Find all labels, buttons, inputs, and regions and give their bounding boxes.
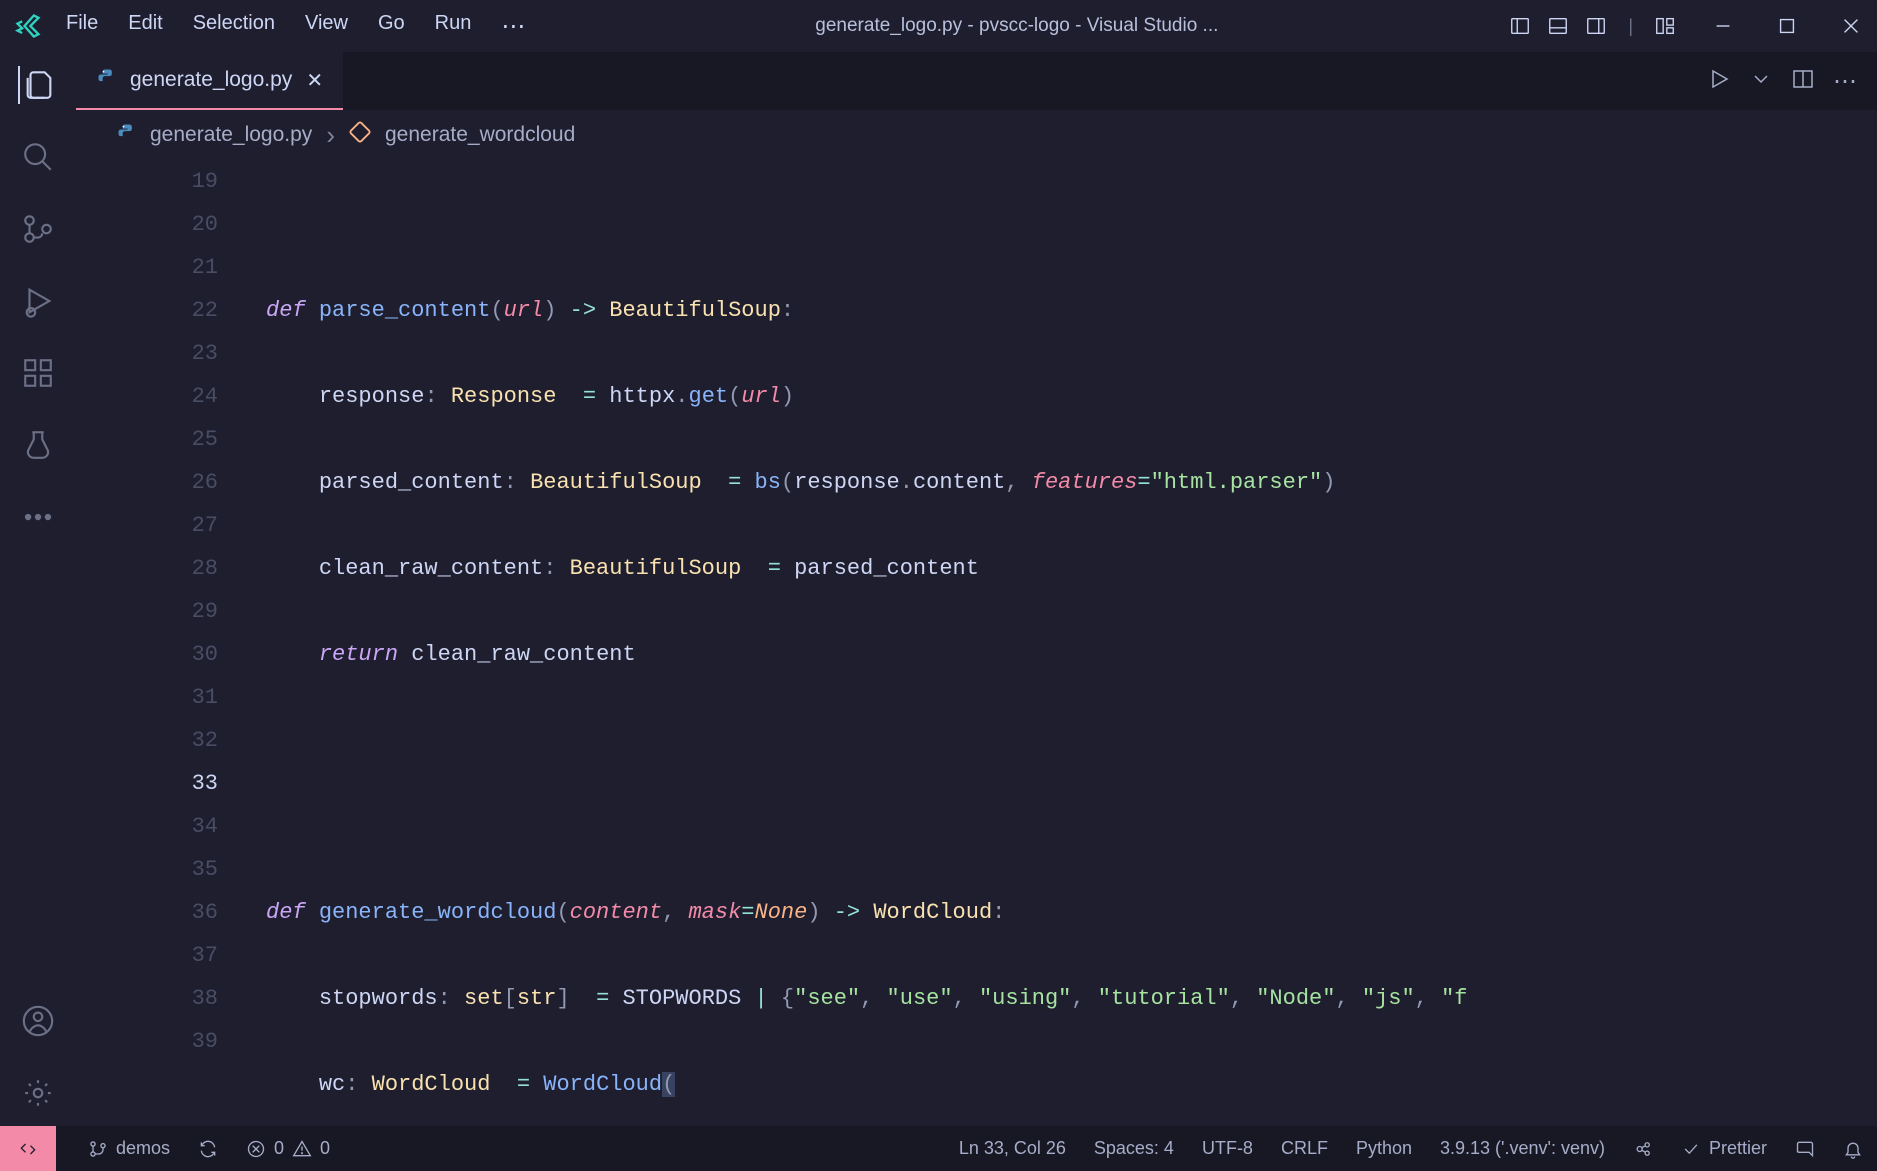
tab-close-icon[interactable]: ✕ (306, 68, 323, 93)
editor-area: generate_logo.py ✕ generate_logo.py gene… (76, 52, 1877, 1126)
menu-go[interactable]: Go (378, 12, 405, 41)
run-debug-icon[interactable] (19, 282, 57, 320)
customize-layout-icon[interactable] (1653, 14, 1677, 38)
indentation-status[interactable]: Spaces: 4 (1094, 1138, 1174, 1159)
window-title: generate_logo.py - pvscc-logo - Visual S… (529, 15, 1504, 37)
python-file-icon (116, 122, 136, 148)
window-controls (1711, 14, 1863, 38)
accounts-icon[interactable] (19, 1002, 57, 1040)
tab-generate-logo[interactable]: generate_logo.py ✕ (76, 52, 343, 110)
menu-selection[interactable]: Selection (193, 12, 275, 41)
code-editor[interactable]: 1920212223242526272829303132333435363738… (76, 160, 1877, 1126)
sync-changes-icon[interactable] (198, 1139, 218, 1159)
testing-icon[interactable] (19, 426, 57, 464)
menu-run[interactable]: Run (435, 12, 472, 41)
activity-bar (0, 52, 76, 1126)
breadcrumb-symbol[interactable]: generate_wordcloud (385, 123, 575, 147)
editor-more-actions-icon[interactable] (1833, 67, 1857, 96)
search-icon[interactable] (19, 138, 57, 176)
close-window-icon[interactable] (1839, 14, 1863, 38)
toggle-primary-sidebar-icon[interactable] (1508, 14, 1532, 38)
menu-view[interactable]: View (305, 12, 348, 41)
git-branch-status[interactable]: demos (88, 1138, 170, 1159)
language-mode-status[interactable]: Python (1356, 1138, 1412, 1159)
remote-indicator-icon[interactable] (0, 1126, 56, 1171)
settings-gear-icon[interactable] (19, 1074, 57, 1112)
menu-edit[interactable]: Edit (128, 12, 162, 41)
more-views-icon[interactable] (19, 498, 57, 536)
live-share-icon[interactable] (1633, 1139, 1653, 1159)
main-area: generate_logo.py ✕ generate_logo.py gene… (0, 52, 1877, 1126)
problems-status[interactable]: 0 0 (246, 1138, 330, 1159)
split-editor-icon[interactable] (1791, 67, 1815, 96)
breadcrumb-separator-icon (326, 120, 335, 151)
maximize-icon[interactable] (1775, 14, 1799, 38)
breadcrumb[interactable]: generate_logo.py generate_wordcloud (76, 110, 1877, 160)
line-number-gutter: 1920212223242526272829303132333435363738… (76, 160, 246, 1126)
cursor-position-status[interactable]: Ln 33, Col 26 (959, 1138, 1066, 1159)
status-bar: demos 0 0 Ln 33, Col 26 Spaces: 4 UTF-8 … (0, 1126, 1877, 1171)
extensions-icon[interactable] (19, 354, 57, 392)
editor-tabs: generate_logo.py ✕ (76, 52, 1877, 110)
encoding-status[interactable]: UTF-8 (1202, 1138, 1253, 1159)
eol-status[interactable]: CRLF (1281, 1138, 1328, 1159)
code-content[interactable]: def parse_content(url) -> BeautifulSoup:… (246, 160, 1877, 1126)
python-interpreter-status[interactable]: 3.9.13 ('.venv': venv) (1440, 1138, 1605, 1159)
run-file-icon[interactable] (1707, 67, 1731, 96)
python-file-icon (96, 67, 116, 93)
feedback-icon[interactable] (1795, 1139, 1815, 1159)
function-symbol-icon (349, 121, 371, 149)
prettier-status[interactable]: Prettier (1681, 1138, 1767, 1159)
editor-actions (1707, 52, 1877, 110)
menu-file[interactable]: File (66, 12, 98, 41)
notifications-bell-icon[interactable] (1843, 1139, 1863, 1159)
run-dropdown-icon[interactable] (1749, 67, 1773, 96)
menu-overflow-icon[interactable] (501, 12, 525, 41)
menu-bar: File Edit Selection View Go Run (66, 12, 525, 41)
source-control-icon[interactable] (19, 210, 57, 248)
explorer-icon[interactable] (18, 66, 56, 104)
toggle-secondary-sidebar-icon[interactable] (1584, 14, 1608, 38)
breadcrumb-file[interactable]: generate_logo.py (150, 123, 312, 147)
vscode-logo-icon (14, 12, 42, 40)
tab-filename: generate_logo.py (130, 68, 292, 92)
layout-controls: | (1508, 14, 1677, 38)
titlebar: File Edit Selection View Go Run generate… (0, 0, 1877, 52)
minimize-icon[interactable] (1711, 14, 1735, 38)
toggle-panel-icon[interactable] (1546, 14, 1570, 38)
